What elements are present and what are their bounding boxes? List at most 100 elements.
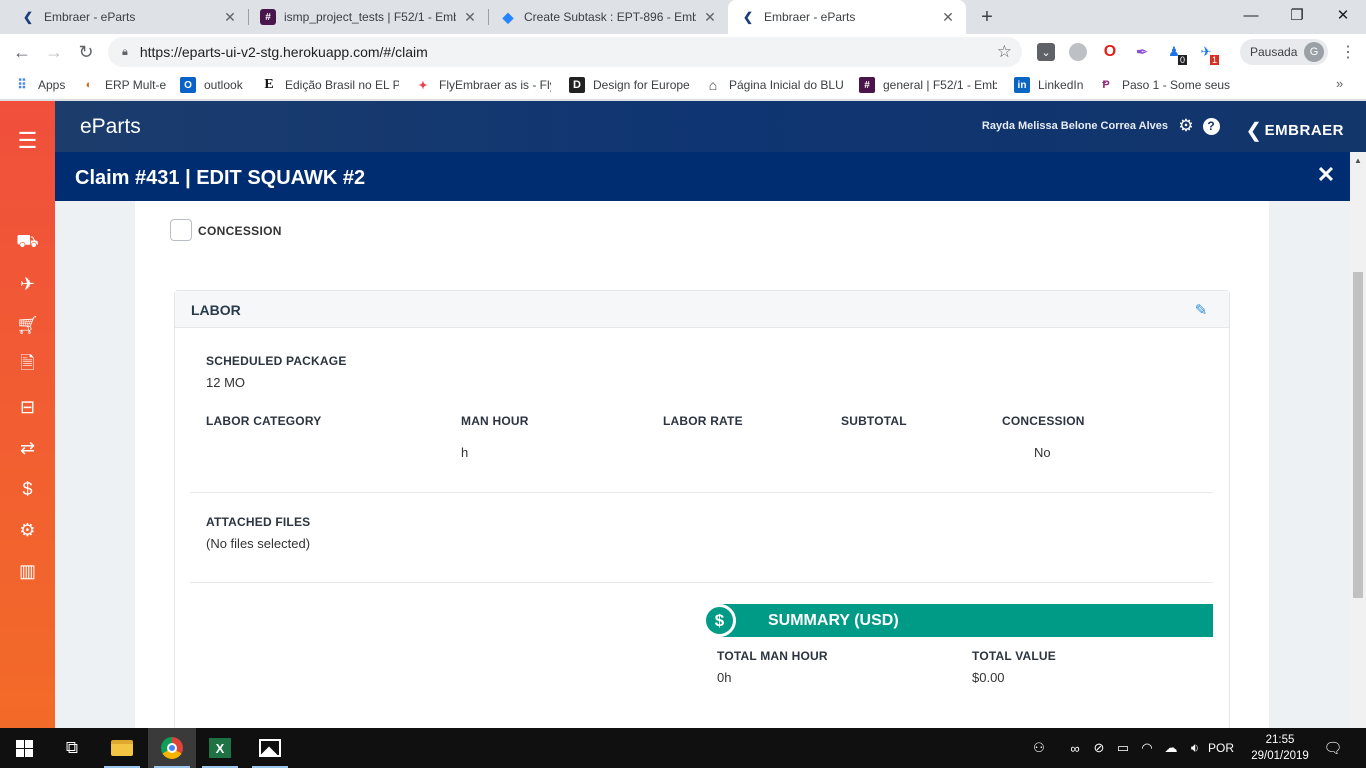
concession-value: No xyxy=(1034,445,1051,460)
scroll-thumb[interactable] xyxy=(1353,272,1363,598)
link-icon[interactable]: ∞ xyxy=(1064,728,1086,768)
settings-cogs-icon[interactable]: ⚙ xyxy=(0,510,55,550)
battery-icon[interactable]: ▭ xyxy=(1112,728,1134,768)
dollar-circle-icon[interactable]: $ xyxy=(0,469,55,509)
user-name[interactable]: Rayda Melissa Belone Correa Alves xyxy=(982,120,1168,132)
kebab-menu-icon[interactable]: ⋮ xyxy=(1340,42,1356,62)
bookmark-item[interactable]: Ᵽ Paso 1 - Some seus p xyxy=(1098,76,1234,94)
labor-card-title: LABOR xyxy=(191,302,241,318)
hamburger-menu-icon[interactable]: ☰ xyxy=(0,121,55,161)
input-language[interactable]: POR xyxy=(1206,728,1236,768)
back-arrow-icon[interactable]: ← xyxy=(10,40,34,64)
bookmark-label: Edição Brasil no EL PA xyxy=(285,78,399,92)
extension-badge-icon[interactable]: ♟ 0 xyxy=(1165,43,1187,65)
task-view-icon[interactable]: ⧉ xyxy=(48,728,96,768)
reload-icon[interactable]: ↻ xyxy=(74,40,98,64)
feather-extension-icon[interactable]: ✒ xyxy=(1133,43,1151,61)
bookmark-item[interactable]: ⌂ Página Inicial do BLU xyxy=(705,76,843,94)
design-for-europe-icon: D xyxy=(569,77,585,93)
bookmark-label: LinkedIn xyxy=(1038,78,1084,92)
total-man-hour-value: 0h xyxy=(717,670,732,685)
paso-icon: Ᵽ xyxy=(1102,79,1110,91)
people-icon[interactable]: ⚇ xyxy=(1028,728,1050,768)
bookmark-item[interactable]: ✦ FlyEmbraer as is - Fly xyxy=(415,76,551,94)
chrome-icon[interactable] xyxy=(148,728,196,768)
browser-tab[interactable]: ◆ Create Subtask : EPT-896 - Embra ✕ xyxy=(488,0,728,34)
concession-checkbox[interactable] xyxy=(170,219,192,241)
bookmark-item[interactable]: O outlook xyxy=(180,76,250,94)
bookmark-apps[interactable]: ⠿ Apps xyxy=(14,76,74,94)
modal-title: Claim #431 | EDIT SQUAWK #2 xyxy=(75,167,366,189)
airplane-icon[interactable]: ✈ xyxy=(0,264,55,304)
bookmark-item[interactable]: E Edição Brasil no EL PA xyxy=(261,76,399,94)
bookmark-item[interactable]: in LinkedIn xyxy=(1014,76,1088,94)
cart-icon[interactable]: 🛒︎ xyxy=(0,305,55,345)
extension-icon[interactable] xyxy=(1069,43,1087,61)
modal-scrollbar[interactable]: ▲ xyxy=(1350,152,1366,728)
address-bar[interactable]: 🔒︎ https://eparts-ui-v2-stg.herokuapp.co… xyxy=(108,37,1022,67)
photos-icon[interactable] xyxy=(246,728,294,768)
gear-icon[interactable]: ⚙ xyxy=(1176,116,1196,136)
pocket-extension-icon[interactable]: ⌄ xyxy=(1037,43,1055,61)
app-logo[interactable]: eParts xyxy=(80,115,141,139)
bookmark-label: Página Inicial do BLU xyxy=(729,78,843,92)
tab-title: Embraer - eParts xyxy=(764,10,856,24)
restore-window-icon[interactable]: ❐ xyxy=(1274,0,1320,30)
close-tab-icon[interactable]: ✕ xyxy=(940,9,956,25)
file-explorer-icon[interactable] xyxy=(98,728,146,768)
close-tab-icon[interactable]: ✕ xyxy=(462,9,478,25)
embraer-chevron-icon: ❮ xyxy=(742,10,754,24)
wifi-icon[interactable]: ◠ xyxy=(1136,728,1158,768)
scroll-up-arrow-icon[interactable]: ▲ xyxy=(1353,156,1363,165)
browser-tab[interactable]: # ismp_project_tests | F52/1 - Embr ✕ xyxy=(248,0,488,34)
forward-arrow-icon[interactable]: → xyxy=(42,40,66,64)
bookmark-item[interactable]: D Design for Europe xyxy=(569,76,693,94)
profile-button[interactable]: Pausada G xyxy=(1240,39,1328,65)
slack-icon: # xyxy=(260,9,276,25)
browser-tab-strip: ❮ Embraer - eParts ✕ # ismp_project_test… xyxy=(0,0,1366,34)
windows-start-icon[interactable] xyxy=(0,728,48,768)
new-tab-button[interactable]: + xyxy=(976,6,998,28)
bookmark-label: FlyEmbraer as is - Fly xyxy=(439,78,551,92)
notifications-icon[interactable]: 🗨︎ xyxy=(1320,728,1346,768)
apps-grid-icon: ⠿ xyxy=(17,77,27,92)
tab-title: Embraer - eParts xyxy=(44,10,136,24)
security-icon[interactable]: ⊘ xyxy=(1088,728,1110,768)
close-tab-icon[interactable]: ✕ xyxy=(222,9,238,25)
exchange-box-icon[interactable]: ⊟ xyxy=(0,387,55,427)
document-icon[interactable]: 🗎 xyxy=(0,346,55,386)
bookmark-item[interactable]: # general | F52/1 - Emb xyxy=(859,76,997,94)
onedrive-icon[interactable]: ☁ xyxy=(1160,728,1182,768)
scheduled-package-label: SCHEDULED PACKAGE xyxy=(206,354,347,368)
minimize-window-icon[interactable]: — xyxy=(1228,0,1274,30)
bar-chart-icon[interactable]: ▥ xyxy=(0,551,55,591)
truck-icon[interactable]: ⛟ xyxy=(0,223,55,263)
pencil-edit-icon[interactable]: ✎ xyxy=(1193,302,1209,319)
close-window-icon[interactable]: ✕ xyxy=(1320,0,1366,30)
bookmark-label: outlook xyxy=(204,78,243,92)
volume-icon[interactable]: 🔉︎ xyxy=(1184,728,1206,768)
browser-tab[interactable]: ❮ Embraer - eParts ✕ xyxy=(8,0,248,34)
embraer-chevron-icon: ❮ xyxy=(1245,120,1263,142)
more-bookmarks-icon[interactable]: » xyxy=(1336,76,1343,91)
browser-tab-active[interactable]: ❮ Embraer - eParts ✕ xyxy=(728,0,966,34)
taskbar-clock[interactable]: 21:55 29/01/2019 xyxy=(1244,732,1316,764)
parts-exchange-icon[interactable]: ⇄ xyxy=(0,428,55,468)
total-man-hour-label: TOTAL MAN HOUR xyxy=(717,649,828,663)
embraer-logo: ❮ EMBRAER xyxy=(1245,118,1344,143)
close-tab-icon[interactable]: ✕ xyxy=(702,9,718,25)
extension-badge-icon[interactable]: ✈ 1 xyxy=(1197,43,1219,65)
slack-icon: # xyxy=(859,77,875,93)
bookmark-star-icon[interactable]: ☆ xyxy=(997,42,1012,62)
man-hour-header: MAN HOUR xyxy=(461,414,529,428)
excel-icon[interactable]: X xyxy=(196,728,244,768)
concession-checkbox-label[interactable]: CONCESSION xyxy=(198,224,282,238)
side-nav: ☰ ⛟ ✈ 🛒︎ 🗎 ⊟ ⇄ $ ⚙ ▥ xyxy=(0,101,55,728)
opera-extension-icon[interactable]: O xyxy=(1101,43,1119,61)
help-icon[interactable]: ? xyxy=(1201,116,1221,136)
subtotal-header: SUBTOTAL xyxy=(841,414,907,428)
bookmark-label: Design for Europe xyxy=(593,78,690,92)
bookmark-item[interactable]: ◐ ERP Mult-e xyxy=(81,76,171,94)
url-text: https://eparts-ui-v2-stg.herokuapp.com/#… xyxy=(139,44,428,60)
close-icon[interactable]: ✕ xyxy=(1314,162,1338,187)
